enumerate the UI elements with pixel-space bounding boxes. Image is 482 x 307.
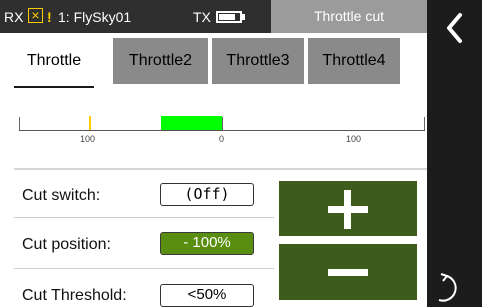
screen-title: Throttle cut: [271, 0, 427, 33]
scale-tick: [19, 117, 20, 130]
help-icon[interactable]: [427, 270, 472, 307]
cut-switch-label: Cut switch:: [22, 187, 101, 204]
battery-level-fill: [219, 14, 235, 20]
increase-button[interactable]: [279, 181, 417, 236]
rx-label: RX: [4, 9, 24, 25]
battery-icon: [216, 11, 242, 23]
minus-icon: [328, 269, 368, 276]
cut-switch-value[interactable]: (Off): [160, 183, 254, 206]
decrease-button[interactable]: [279, 244, 417, 300]
tab-label: Throttle2: [128, 52, 193, 69]
tx-label: TX: [193, 9, 211, 25]
tab-label: Throttle: [26, 52, 82, 69]
section-divider: [14, 168, 427, 170]
cut-threshold-label: Cut Threshold:: [22, 287, 127, 304]
tab-throttle4[interactable]: Throttle4: [308, 38, 400, 84]
status-bar: RX × ! 1: FlySky01 TX Throttle cut: [0, 0, 427, 33]
scale-baseline: [19, 130, 425, 131]
model-name[interactable]: 1: FlySky01: [58, 9, 131, 25]
plus-icon-vertical: [344, 190, 351, 229]
scale-label-center: 0: [219, 134, 225, 144]
battery-tip: [242, 14, 245, 20]
channel-value-bar: [160, 116, 222, 130]
cut-position-label: Cut position:: [22, 236, 111, 253]
warning-icon: !: [47, 9, 52, 25]
scale-label-max: 100: [346, 134, 362, 144]
scale-tick: [222, 117, 223, 130]
cut-position-marker: [89, 116, 91, 130]
tab-throttle3[interactable]: Throttle3: [212, 38, 304, 84]
tab-label: Throttle4: [322, 52, 386, 69]
chevron-left-icon[interactable]: [440, 8, 470, 48]
cut-threshold-value[interactable]: <50%: [160, 284, 254, 307]
scale-label-min: 100: [80, 134, 96, 144]
scale-tick: [424, 117, 425, 130]
row-divider: [14, 268, 274, 269]
row-divider: [14, 217, 274, 218]
cut-position-value[interactable]: - 100%: [160, 232, 254, 255]
tab-throttle[interactable]: Throttle: [14, 38, 94, 84]
tab-throttle2[interactable]: Throttle2: [113, 38, 208, 84]
tab-label: Throttle3: [226, 52, 290, 69]
rx-signal-cross-icon: ×: [28, 8, 43, 23]
active-tab-underline: [14, 86, 94, 88]
